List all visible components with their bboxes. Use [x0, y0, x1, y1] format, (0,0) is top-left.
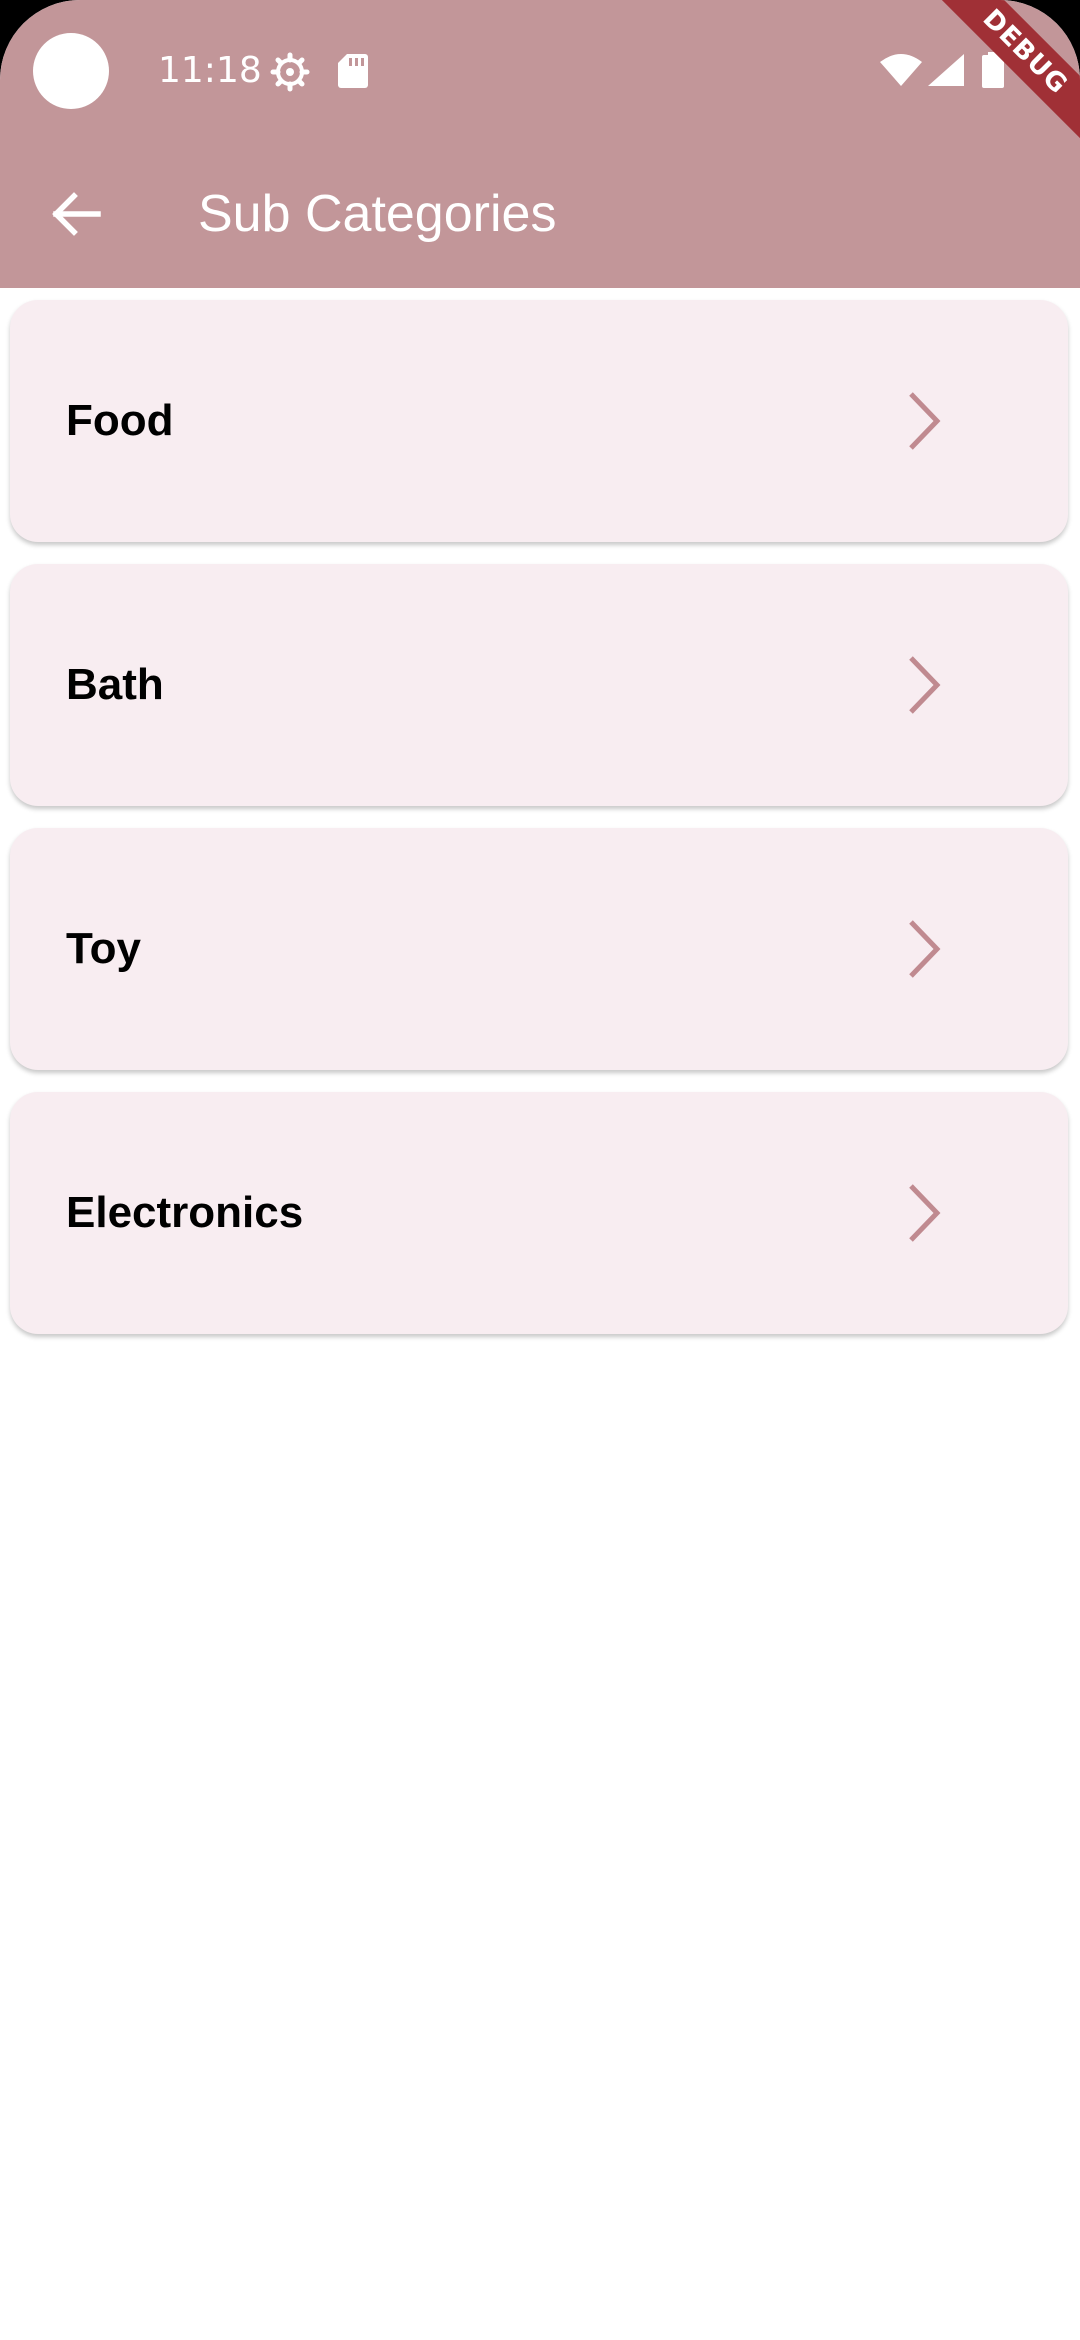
- camera-cutout: [33, 33, 109, 109]
- cell-signal-icon: [928, 54, 964, 86]
- chevron-right-icon: [909, 392, 941, 450]
- category-item-toy[interactable]: Toy: [10, 828, 1068, 1070]
- back-arrow-icon[interactable]: [36, 174, 116, 254]
- sd-card-icon: [338, 54, 368, 88]
- page-title: Sub Categories: [198, 185, 557, 243]
- home-gesture-handle[interactable]: [392, 2305, 686, 2317]
- category-item-bath[interactable]: Bath: [10, 564, 1068, 806]
- chevron-right-icon: [909, 920, 941, 978]
- category-label: Electronics: [66, 1188, 304, 1237]
- category-label: Food: [66, 396, 174, 445]
- category-label: Toy: [66, 924, 141, 973]
- wifi-icon: [880, 54, 922, 86]
- chevron-right-icon: [909, 1184, 941, 1242]
- settings-gear-icon: [270, 52, 310, 92]
- app-screen: 11:18 DEBUG Sub Categories Food Bath Toy…: [0, 0, 1080, 2340]
- category-item-food[interactable]: Food: [10, 300, 1068, 542]
- category-label: Bath: [66, 660, 164, 709]
- chevron-right-icon: [909, 656, 941, 714]
- category-list: Food Bath Toy Electronics: [10, 300, 1070, 1356]
- category-item-electronics[interactable]: Electronics: [10, 1092, 1068, 1334]
- app-bar: 11:18 DEBUG Sub Categories: [0, 0, 1080, 288]
- status-time: 11:18: [158, 50, 262, 91]
